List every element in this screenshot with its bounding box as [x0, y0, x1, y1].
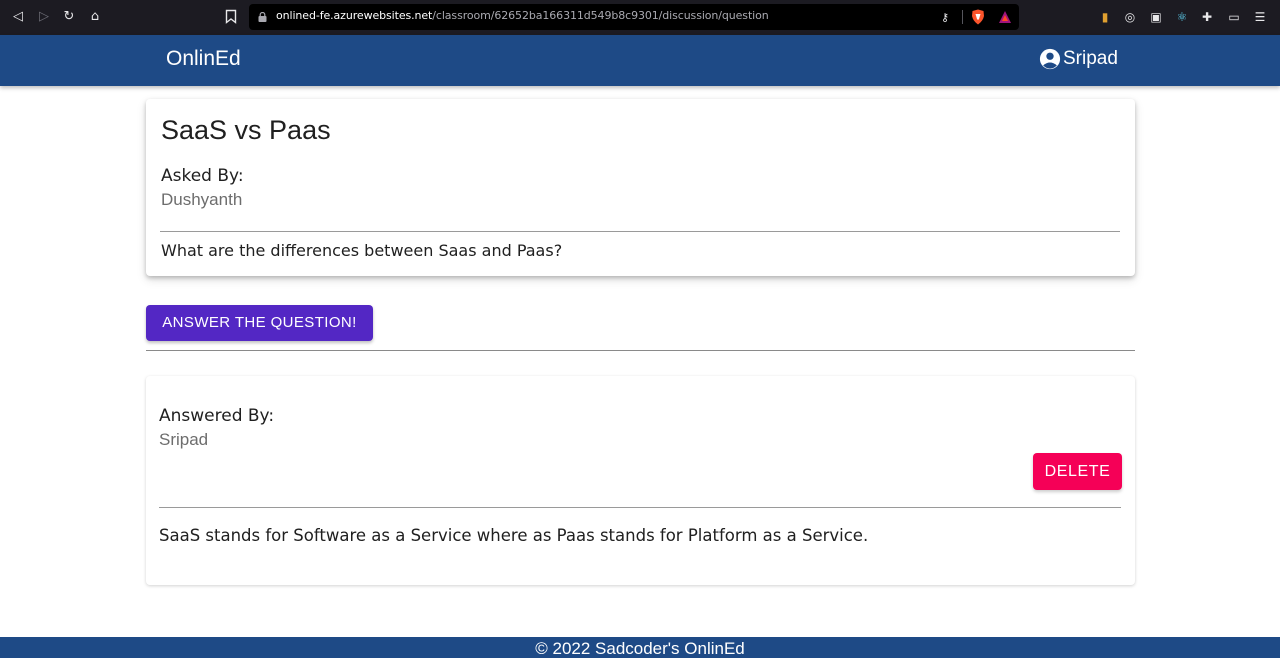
privacy-extension-icon[interactable]: ◎: [1122, 9, 1138, 25]
address-bar[interactable]: onlined-fe.azurewebsites.net/classroom/6…: [249, 4, 1019, 30]
bookmark-icon[interactable]: [225, 9, 237, 24]
answer-question-button[interactable]: ANSWER THE QUESTION!: [146, 305, 373, 341]
menu-icon[interactable]: ☰: [1252, 9, 1268, 25]
extensions-puzzle-icon[interactable]: ✚: [1199, 9, 1215, 25]
lock-icon: [258, 12, 267, 22]
home-icon[interactable]: ⌂: [87, 9, 103, 25]
forward-icon[interactable]: ▷: [36, 9, 52, 25]
question-title: SaaS vs Paas: [161, 115, 331, 145]
footer: © 2022 Sadcoder's OnlinEd: [0, 637, 1280, 658]
section-divider: [146, 350, 1135, 351]
react-devtools-icon[interactable]: ⚛: [1174, 9, 1190, 25]
delete-answer-button[interactable]: DELETE: [1033, 453, 1122, 490]
account-circle-icon: [1039, 48, 1061, 70]
answer-card: Answered By: Sripad DELETE SaaS stands f…: [146, 376, 1135, 585]
key-icon[interactable]: ⚷: [941, 11, 949, 24]
brand-logo[interactable]: OnlinEd: [166, 47, 241, 71]
user-menu[interactable]: Sripad: [1039, 48, 1118, 70]
brave-rewards-icon[interactable]: [998, 10, 1012, 24]
url-host: onlined-fe.azurewebsites.net: [276, 9, 433, 22]
address-bar-separator: [962, 10, 963, 24]
url-text: onlined-fe.azurewebsites.net/classroom/6…: [276, 9, 769, 22]
browser-toolbar: ◁ ▷ ↻ ⌂ onlined-fe.azurewebsites.net/cla…: [0, 0, 1280, 35]
answered-by-label: Answered By:: [159, 406, 275, 426]
answered-by-name: Sripad: [159, 430, 209, 449]
question-divider: [160, 231, 1120, 232]
screenshot-extension-icon[interactable]: ▣: [1148, 9, 1164, 25]
wallet-icon[interactable]: ▭: [1226, 9, 1242, 25]
metamask-extension-icon[interactable]: ▮: [1097, 9, 1113, 25]
asked-by-label: Asked By:: [161, 166, 244, 186]
footer-copyright: © 2022 Sadcoder's OnlinEd: [535, 639, 745, 658]
asked-by-name: Dushyanth: [161, 190, 243, 209]
user-name: Sripad: [1063, 48, 1118, 69]
answer-divider: [159, 507, 1121, 508]
app-header: OnlinEd Sripad: [0, 35, 1280, 86]
question-card: SaaS vs Paas Asked By: Dushyanth What ar…: [146, 99, 1135, 276]
reload-icon[interactable]: ↻: [61, 9, 77, 25]
question-body: What are the differences between Saas an…: [161, 241, 563, 260]
brave-shields-icon[interactable]: [971, 9, 985, 25]
url-path: /classroom/62652ba166311d549b8c9301/disc…: [432, 9, 769, 22]
answer-body: SaaS stands for Software as a Service wh…: [159, 526, 869, 545]
back-icon[interactable]: ◁: [10, 9, 26, 25]
